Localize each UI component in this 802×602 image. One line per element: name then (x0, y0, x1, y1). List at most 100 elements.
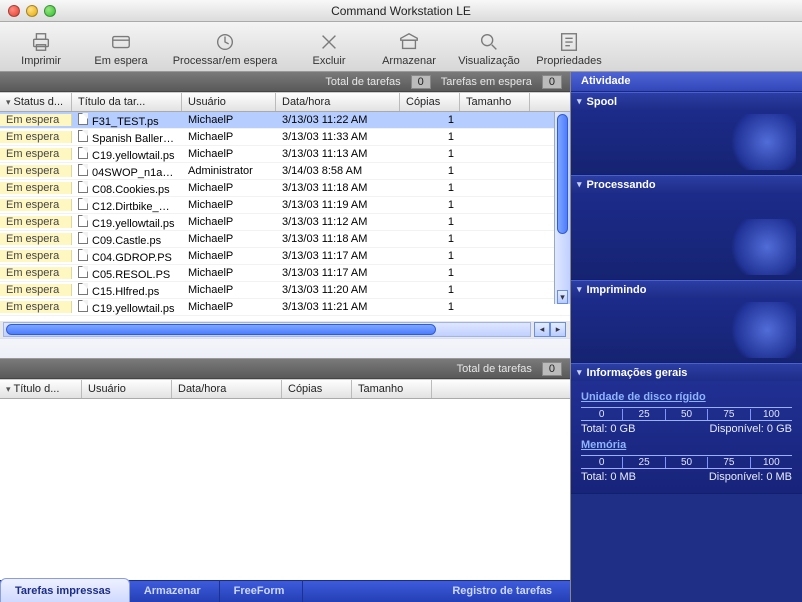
cell-title: F31_TEST.ps (72, 113, 182, 128)
document-icon (78, 181, 88, 193)
cell-title: C19.yellowtail.ps (72, 300, 182, 315)
processing-art-icon (724, 219, 796, 275)
scrollbar-thumb[interactable] (557, 114, 568, 234)
hscroll-area: ◂ ▸ (0, 321, 570, 338)
process-hold-button-icon (213, 29, 237, 55)
toolbar-label: Propriedades (536, 55, 601, 67)
cell-status: Em espera (0, 131, 72, 143)
cell-status: Em espera (0, 114, 72, 126)
hold-button[interactable]: Em espera (90, 29, 152, 67)
table-row[interactable]: Em esperaC09.Castle.psMichaelP3/13/03 11… (0, 231, 570, 248)
section-processing[interactable]: Processando (571, 175, 802, 193)
col2-date[interactable]: Data/hora (172, 380, 282, 398)
gauge-tick: 25 (622, 409, 664, 420)
table-row[interactable]: Em esperaC19.yellowtail.psMichaelP3/13/0… (0, 299, 570, 316)
gauge-tick: 0 (581, 409, 622, 420)
col-title[interactable]: Título da tar... (72, 93, 182, 111)
table-row[interactable]: Em esperaC04.GDROP.PSMichaelP3/13/03 11:… (0, 248, 570, 265)
tab-printed[interactable]: Tarefas impressas (0, 578, 130, 602)
section-printing[interactable]: Imprimindo (571, 280, 802, 298)
document-icon (78, 198, 88, 210)
titlebar: Command Workstation LE (0, 0, 802, 22)
cell-title: C12.Dirtbike_NO... (72, 198, 182, 213)
cell-title: C15.Hlfred.ps (72, 283, 182, 298)
upper-table-header: Status d... Título da tar... Usuário Dat… (0, 92, 570, 112)
cell-user: MichaelP (182, 216, 276, 228)
cell-date: 3/13/03 11:22 AM (276, 114, 400, 126)
preview-button[interactable]: Visualização (458, 29, 520, 67)
cell-user: MichaelP (182, 301, 276, 313)
window-title: Command Workstation LE (0, 4, 802, 18)
table-row[interactable]: Em esperaSpanish Ballerin...MichaelP3/13… (0, 129, 570, 146)
section-general-info[interactable]: Informações gerais (571, 363, 802, 381)
lower-info-bar: Total de tarefas 0 (0, 359, 570, 379)
cell-copies: 1 (400, 216, 460, 228)
col2-size[interactable]: Tamanho (352, 380, 432, 398)
cell-date: 3/13/03 11:20 AM (276, 284, 400, 296)
table-row[interactable]: Em espera04SWOP_n1a_...Administrator3/14… (0, 163, 570, 180)
col-date[interactable]: Data/hora (276, 93, 400, 111)
mem-label: Memória (581, 439, 792, 451)
table-row[interactable]: Em esperaC12.Dirtbike_NO...MichaelP3/13/… (0, 197, 570, 214)
print-button[interactable]: Imprimir (10, 29, 72, 67)
properties-button-icon (557, 29, 581, 55)
cell-date: 3/13/03 11:18 AM (276, 233, 400, 245)
properties-button[interactable]: Propriedades (538, 29, 600, 67)
table-row[interactable]: Em esperaF31_TEST.psMichaelP3/13/03 11:2… (0, 112, 570, 129)
scroll-left-arrow[interactable]: ◂ (534, 322, 550, 337)
cell-user: Administrator (182, 165, 276, 177)
tab-joblog[interactable]: Registro de tarefas (438, 580, 570, 602)
total-jobs-label: Total de tarefas (325, 76, 400, 88)
cell-copies: 1 (400, 131, 460, 143)
table-row[interactable]: Em esperaC08.Cookies.psMichaelP3/13/03 1… (0, 180, 570, 197)
col-status[interactable]: Status d... (0, 93, 72, 111)
table-row[interactable]: Em esperaC19.yellowtail.psMichaelP3/13/0… (0, 146, 570, 163)
table-row[interactable]: Em esperaC15.Hlfred.psMichaelP3/13/03 11… (0, 282, 570, 299)
process-hold-button[interactable]: Processar/em espera (170, 29, 280, 67)
col-copies[interactable]: Cópias (400, 93, 460, 111)
cell-status: Em espera (0, 284, 72, 296)
col2-title[interactable]: Título d... (0, 380, 82, 398)
pane-divider[interactable] (0, 338, 570, 358)
table-row[interactable]: Em esperaC19.yellowtail.psMichaelP3/13/0… (0, 214, 570, 231)
tab-archive[interactable]: Armazenar (130, 580, 220, 602)
section-spool[interactable]: Spool (571, 92, 802, 110)
cell-copies: 1 (400, 114, 460, 126)
cell-title: C08.Cookies.ps (72, 181, 182, 196)
gauge-tick: 0 (581, 457, 622, 468)
upper-table-body: Em esperaF31_TEST.psMichaelP3/13/03 11:2… (0, 112, 570, 321)
zoom-window-button[interactable] (44, 5, 56, 17)
toolbar-label: Excluir (312, 55, 345, 67)
tab-freeform[interactable]: FreeForm (220, 580, 304, 602)
horizontal-scrollbar[interactable] (3, 322, 531, 337)
document-icon (78, 232, 88, 244)
close-window-button[interactable] (8, 5, 20, 17)
mem-gauge: 0255075100 (581, 455, 792, 469)
hold-jobs-label: Tarefas em espera (441, 76, 532, 88)
minimize-window-button[interactable] (26, 5, 38, 17)
col2-user[interactable]: Usuário (82, 380, 172, 398)
document-icon (78, 215, 88, 227)
hscroll-thumb[interactable] (6, 324, 436, 335)
vertical-scrollbar[interactable]: ▾ (554, 112, 570, 304)
cell-status: Em espera (0, 301, 72, 313)
table-row[interactable]: Em esperaC05.RESOL.PSMichaelP3/13/03 11:… (0, 265, 570, 282)
cell-user: MichaelP (182, 250, 276, 262)
delete-button[interactable]: Excluir (298, 29, 360, 67)
gauge-tick: 100 (750, 457, 792, 468)
col-user[interactable]: Usuário (182, 93, 276, 111)
lower-table-header: Título d... Usuário Data/hora Cópias Tam… (0, 379, 570, 399)
toolbar-label: Visualização (458, 55, 520, 67)
cell-title: C09.Castle.ps (72, 232, 182, 247)
scroll-down-arrow[interactable]: ▾ (557, 290, 568, 304)
cell-date: 3/13/03 11:21 AM (276, 301, 400, 313)
col-size[interactable]: Tamanho (460, 93, 530, 111)
document-icon (78, 283, 88, 295)
cell-copies: 1 (400, 199, 460, 211)
gauge-tick: 25 (622, 457, 664, 468)
archive-button[interactable]: Armazenar (378, 29, 440, 67)
cell-date: 3/13/03 11:13 AM (276, 148, 400, 160)
preview-button-icon (477, 29, 501, 55)
scroll-right-arrow[interactable]: ▸ (550, 322, 566, 337)
col2-copies[interactable]: Cópias (282, 380, 352, 398)
